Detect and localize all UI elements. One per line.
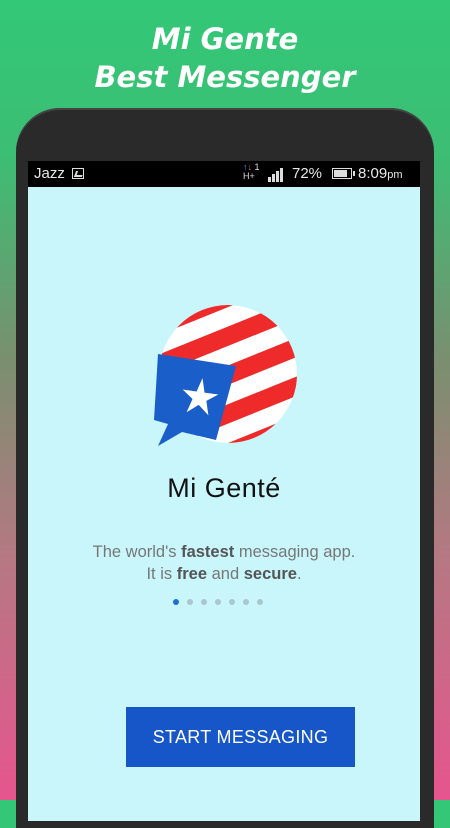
- tagline-text: The world's: [92, 543, 182, 561]
- image-notification-icon: [72, 168, 84, 179]
- clock: 8:09pm: [358, 165, 402, 182]
- tagline-bold: free: [176, 565, 208, 583]
- clock-suffix: pm: [387, 169, 403, 181]
- start-messaging-button[interactable]: START MESSAGING: [126, 707, 355, 767]
- tagline-text: messaging app.: [234, 543, 356, 561]
- tagline: The world's fastest messaging app. It is…: [28, 541, 420, 585]
- promo-title-line-1: Mi Gente: [151, 22, 299, 56]
- tagline-bold: fastest: [181, 543, 235, 561]
- network-activity-icon: ↑↓ 1 H+: [243, 162, 260, 181]
- phone-frame: Jazz ↑↓ 1 H+ 72% 8:09pm Mi Genté The wor…: [16, 108, 434, 828]
- page-dot[interactable]: [243, 599, 249, 605]
- promo-title-line-2: Best Messenger: [94, 60, 356, 94]
- tagline-text: and: [207, 565, 244, 583]
- clock-time: 8:09: [358, 165, 388, 182]
- carrier-label: Jazz: [34, 165, 65, 182]
- network-type: H+: [243, 171, 255, 181]
- phone-screen: Jazz ↑↓ 1 H+ 72% 8:09pm Mi Genté The wor…: [28, 161, 420, 821]
- page-dot-active[interactable]: [173, 599, 179, 605]
- signal-strength-icon: [262, 166, 283, 182]
- app-name: Mi Genté: [167, 473, 281, 503]
- page-dot[interactable]: [187, 599, 193, 605]
- page-dot[interactable]: [229, 599, 235, 605]
- page-dot[interactable]: [201, 599, 207, 605]
- page-dot[interactable]: [215, 599, 221, 605]
- battery-icon: [332, 168, 355, 179]
- page-dot[interactable]: [257, 599, 263, 605]
- tagline-bold: secure: [243, 565, 297, 583]
- puerto-rico-flag-chat-bubble-icon: [154, 305, 297, 446]
- network-number: 1: [254, 162, 260, 172]
- status-bar: Jazz ↑↓ 1 H+ 72% 8:09pm: [28, 161, 420, 187]
- tagline-text: It is: [146, 565, 177, 583]
- battery-percent: 72%: [292, 165, 323, 182]
- tagline-text: .: [296, 565, 302, 583]
